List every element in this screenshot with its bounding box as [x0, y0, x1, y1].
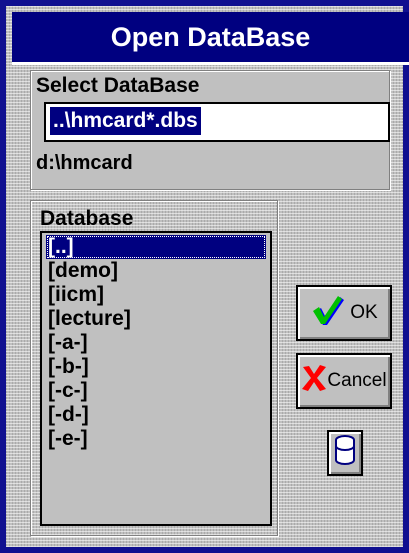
open-database-dialog: Open DataBase Select DataBase ..\hmcard*…	[0, 0, 409, 553]
cancel-label: Cancel	[327, 370, 387, 391]
current-directory-label: d:\hmcard	[36, 152, 133, 174]
list-item[interactable]: [-b-]	[46, 355, 266, 379]
cancel-button[interactable]: Cancel	[296, 353, 392, 409]
list-item[interactable]: [iicm]	[46, 283, 266, 307]
ok-label: OK	[350, 302, 378, 323]
select-database-label: Select DataBase	[36, 74, 200, 97]
x-icon	[301, 364, 327, 398]
database-path-value: ..\hmcard*.dbs	[50, 107, 201, 135]
database-label: Database	[40, 207, 134, 230]
dialog-title: Open DataBase	[110, 21, 311, 52]
list-item[interactable]: [-c-]	[46, 379, 266, 403]
list-item[interactable]: [..]	[46, 235, 266, 259]
list-item[interactable]: [-a-]	[46, 331, 266, 355]
database-cylinder-icon	[334, 434, 356, 472]
list-item[interactable]: [-e-]	[46, 427, 266, 451]
database-button[interactable]	[327, 430, 363, 476]
list-item[interactable]: [lecture]	[46, 307, 266, 331]
ok-button[interactable]: OK	[296, 285, 392, 341]
dialog-title-bar[interactable]: Open DataBase	[12, 12, 409, 62]
checkmark-icon	[310, 293, 345, 333]
list-item[interactable]: [demo]	[46, 259, 266, 283]
database-listbox[interactable]: [..] [demo] [iicm] [lecture] [-a-] [-b-]…	[40, 231, 272, 526]
list-item[interactable]: [-d-]	[46, 403, 266, 427]
title-divider	[12, 62, 409, 65]
database-path-input[interactable]: ..\hmcard*.dbs	[44, 102, 390, 142]
